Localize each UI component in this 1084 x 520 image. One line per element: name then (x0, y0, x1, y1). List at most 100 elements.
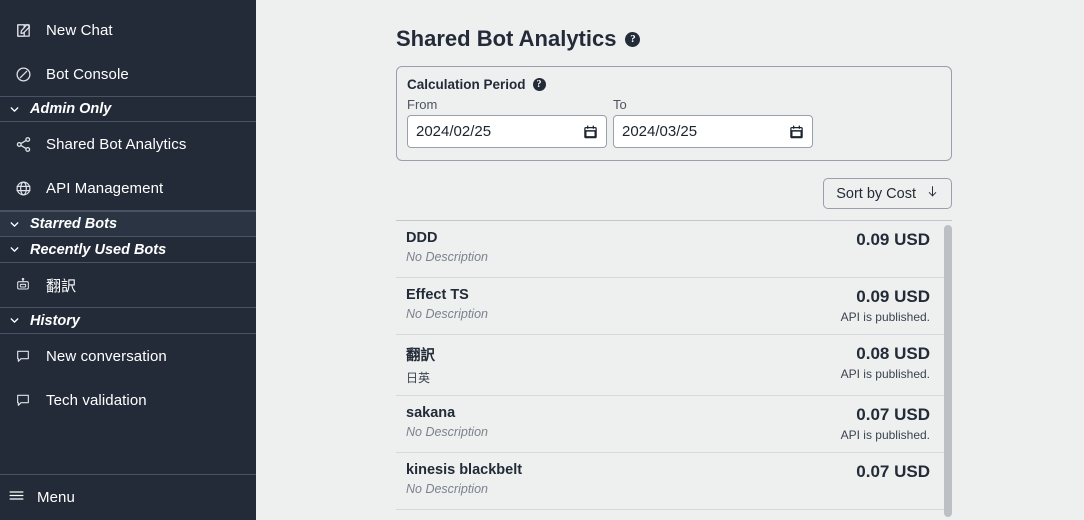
sidebar-item-label: Bot Console (46, 66, 129, 83)
to-label: To (613, 97, 813, 112)
sidebar-top-items: New Chat Bot Console (0, 0, 256, 96)
sidebar-item-history-new-conversation[interactable]: New conversation (0, 334, 256, 378)
bot-name: Effect TS (406, 287, 488, 303)
bot-list-row[interactable]: 翻訳日英 0.08 USD API is published. (396, 335, 944, 396)
sidebar-recent-group: 翻訳 (0, 263, 256, 308)
sidebar-section-label: Admin Only (30, 101, 111, 117)
to-date-value: 2024/03/25 (622, 123, 789, 140)
sidebar-section-label: Recently Used Bots (30, 242, 166, 258)
hamburger-icon (8, 487, 25, 508)
calculation-period-heading: Calculation Period ? (407, 77, 941, 92)
from-date-input[interactable]: 2024/02/25 (407, 115, 607, 148)
bot-list-scrollbar[interactable] (944, 223, 952, 520)
sidebar-item-history-tech-validation[interactable]: Tech validation (0, 378, 256, 422)
to-date-input[interactable]: 2024/03/25 (613, 115, 813, 148)
bot-row-metrics: 0.07 USD (856, 462, 930, 482)
bot-row-info: DDD No Description (406, 230, 488, 264)
sidebar-item-label: API Management (46, 180, 163, 197)
sidebar-section-recently-used-bots[interactable]: Recently Used Bots (0, 237, 256, 263)
main-content: Shared Bot Analytics ? Calculation Perio… (256, 0, 1084, 520)
chat-bubble-icon (14, 347, 32, 365)
bot-list-row[interactable]: sakanaNo Description 0.07 USDAPI is publi… (396, 396, 944, 453)
bot-cost: 0.07 USD (856, 462, 930, 482)
bot-row-info: sakanaNo Description (406, 405, 488, 439)
sidebar: New Chat Bot Console Admin Only (0, 0, 256, 520)
calculation-period-panel: Calculation Period ? From 2024/02/25 (396, 66, 952, 161)
bot-list: DDD No Description 0.09 USD Effect TS No Des… (396, 221, 944, 520)
bot-list-row[interactable]: Effect TS No Description 0.09 USD API is pu… (396, 278, 944, 335)
calculation-period-label: Calculation Period (407, 77, 526, 92)
bot-name: 翻訳 (406, 344, 435, 365)
page-title-text: Shared Bot Analytics (396, 26, 616, 52)
bot-name: DDD (406, 230, 488, 246)
bot-row-metrics: 0.07 USDAPI is published. (841, 405, 930, 442)
app-root: New Chat Bot Console Admin Only (0, 0, 1084, 520)
date-fields: From 2024/02/25 (407, 97, 941, 148)
bot-row-metrics: 0.08 USD API is published. (841, 344, 930, 381)
arrow-down-icon (926, 184, 939, 203)
bot-list-container: DDD No Description 0.09 USD Effect TS No Des… (396, 220, 952, 520)
sidebar-item-shared-bot-analytics[interactable]: Shared Bot Analytics (0, 122, 256, 166)
sidebar-item-label: 翻訳 (46, 275, 76, 296)
sidebar-menu-label: Menu (37, 489, 75, 506)
sort-by-cost-button[interactable]: Sort by Cost (823, 178, 952, 209)
sidebar-item-label: New conversation (46, 348, 167, 365)
globe-icon (14, 179, 32, 197)
from-field: From 2024/02/25 (407, 97, 607, 148)
bot-row-info: Effect TS No Description (406, 287, 488, 321)
bot-cost: 0.07 USD (856, 405, 930, 425)
page-title: Shared Bot Analytics ? (396, 26, 952, 52)
bot-description: No Description (406, 250, 488, 264)
bot-cost: 0.08 USD (856, 344, 930, 364)
robot-icon (14, 276, 32, 294)
chevron-down-icon (6, 242, 22, 258)
sidebar-section-label: History (30, 313, 80, 329)
sidebar-item-api-management[interactable]: API Management (0, 166, 256, 210)
sidebar-spacer (0, 422, 256, 474)
bot-cost: 0.09 USD (856, 287, 930, 307)
slash-circle-icon (14, 65, 32, 83)
bot-api-status: API is published. (841, 310, 930, 324)
sidebar-top-group: New Chat Bot Console (0, 0, 256, 96)
sidebar-section-admin-only[interactable]: Admin Only (0, 96, 256, 122)
from-label: From (407, 97, 607, 112)
from-date-value: 2024/02/25 (416, 123, 583, 140)
bot-description: No Description (406, 482, 522, 496)
page-title-help-icon[interactable]: ? (625, 32, 640, 47)
sidebar-item-label: Tech validation (46, 392, 147, 409)
sidebar-history-group: New conversation Tech validation (0, 334, 256, 422)
sidebar-section-starred-bots[interactable]: Starred Bots (0, 211, 256, 237)
sidebar-item-bot-console[interactable]: Bot Console (0, 52, 256, 96)
bot-row-metrics: 0.09 USD API is published. (841, 287, 930, 324)
chat-bubble-icon (14, 391, 32, 409)
sidebar-item-label: Shared Bot Analytics (46, 136, 186, 153)
scrollbar-thumb[interactable] (944, 225, 952, 517)
bot-description: No Description (406, 307, 488, 321)
bot-cost: 0.09 USD (856, 230, 930, 250)
chevron-down-icon (6, 313, 22, 329)
sidebar-admin-group: Shared Bot Analytics API Management (0, 122, 256, 211)
bot-description: 日英 (406, 369, 435, 386)
bot-list-row[interactable]: kinesis blackbelt No Description 0.07 USD (396, 453, 944, 510)
sidebar-item-new-chat[interactable]: New Chat (0, 8, 256, 52)
analytics-panel: Shared Bot Analytics ? Calculation Perio… (396, 0, 952, 520)
sidebar-menu-button[interactable]: Menu (0, 474, 256, 520)
calendar-icon[interactable] (789, 124, 804, 140)
bot-row-metrics: 0.09 USD (856, 230, 930, 250)
share-nodes-icon (14, 135, 32, 153)
sidebar-section-label: Starred Bots (30, 216, 117, 232)
bot-list-row[interactable]: 翻訳0.06 USD (396, 510, 944, 520)
bot-row-info: 翻訳日英 (406, 344, 435, 386)
bot-list-row[interactable]: DDD No Description 0.09 USD (396, 221, 944, 278)
sort-by-cost-label: Sort by Cost (836, 186, 916, 202)
bot-name: sakana (406, 405, 488, 421)
bot-row-info: kinesis blackbelt No Description (406, 462, 522, 496)
chevron-down-icon (6, 216, 22, 232)
sidebar-item-recent-bot[interactable]: 翻訳 (0, 263, 256, 307)
to-field: To 2024/03/25 (613, 97, 813, 148)
sidebar-section-history[interactable]: History (0, 308, 256, 334)
calculation-period-help-icon[interactable]: ? (533, 78, 546, 91)
bot-name: kinesis blackbelt (406, 462, 522, 478)
bot-api-status: API is published. (841, 367, 930, 381)
calendar-icon[interactable] (583, 124, 598, 140)
